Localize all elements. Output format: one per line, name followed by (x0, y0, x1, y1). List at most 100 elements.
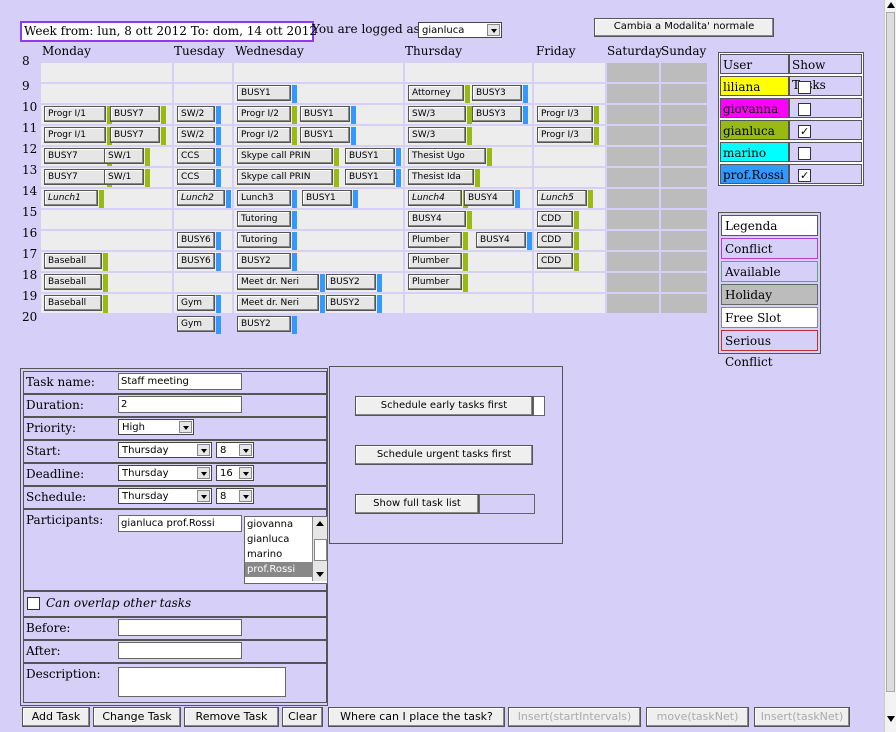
clear-button[interactable]: Clear (282, 707, 323, 727)
calendar-slot[interactable] (661, 294, 707, 313)
add-task-button[interactable]: Add Task (22, 707, 90, 727)
scroll-thumb[interactable] (886, 12, 895, 692)
show-tasks-checkbox[interactable] (798, 166, 811, 186)
task-baseball[interactable]: Baseball (44, 253, 102, 269)
task-meet-dr-neri[interactable]: Meet dr. Neri (237, 295, 319, 311)
task-gym[interactable]: Gym (177, 316, 215, 332)
calendar-slot[interactable] (607, 147, 659, 166)
schedule-day-select[interactable]: Thursday (118, 488, 212, 504)
schedule-urgent-button[interactable]: Schedule urgent tasks first (355, 445, 533, 465)
task-name-input[interactable]: Staff meeting (118, 373, 242, 390)
task-plumber[interactable]: Plumber (408, 232, 462, 248)
task-plumber[interactable]: Plumber (408, 253, 462, 269)
calendar-slot[interactable] (607, 189, 659, 208)
participants-list[interactable]: giovanna gianluca marino prof.Rossi (244, 516, 328, 584)
calendar-slot[interactable] (534, 273, 605, 292)
change-task-button[interactable]: Change Task (93, 707, 181, 727)
page-scrollbar[interactable] (884, 0, 896, 732)
task-busy7[interactable]: BUSY7 (110, 127, 160, 143)
calendar-slot[interactable] (661, 189, 707, 208)
deadline-day-select[interactable]: Thursday (118, 465, 212, 481)
calendar-slot[interactable] (534, 147, 605, 166)
calendar-slot[interactable] (41, 210, 172, 229)
calendar-slot[interactable] (661, 63, 707, 82)
task-lunch4[interactable]: Lunch4 (408, 190, 462, 206)
task-progr-i-2[interactable]: Progr I/2 (237, 106, 291, 122)
task-progr-i-1[interactable]: Progr I/1 (44, 106, 106, 122)
where-place-button[interactable]: Where can I place the task? (328, 707, 505, 727)
calendar-slot[interactable] (607, 210, 659, 229)
calendar-slot[interactable] (41, 84, 172, 103)
task-progr-i-3[interactable]: Progr I/3 (537, 127, 593, 143)
calendar-slot[interactable] (607, 273, 659, 292)
calendar-slot[interactable] (174, 273, 232, 292)
task-progr-i-2[interactable]: Progr I/2 (237, 127, 291, 143)
calendar-slot[interactable] (661, 147, 707, 166)
task-lunch1[interactable]: Lunch1 (44, 190, 98, 206)
task-busy4[interactable]: BUSY4 (464, 190, 514, 206)
scroll-down-icon[interactable] (887, 716, 895, 722)
insert-tasknet-button[interactable]: Insert(taskNet) (754, 707, 850, 727)
move-tasknet-button[interactable]: move(taskNet) (646, 707, 749, 727)
task-meet-dr-neri[interactable]: Meet dr. Neri (237, 274, 319, 290)
task-progr-i-1[interactable]: Progr I/1 (44, 127, 106, 143)
calendar-slot[interactable] (174, 210, 232, 229)
task-attorney[interactable]: Attorney (408, 85, 464, 101)
calendar-slot[interactable] (405, 63, 532, 82)
task-busy6[interactable]: BUSY6 (177, 253, 215, 269)
calendar-slot[interactable] (405, 294, 532, 313)
task-busy7[interactable]: BUSY7 (44, 169, 106, 185)
task-ccs[interactable]: CCS (177, 169, 215, 185)
scroll-thumb[interactable] (314, 539, 327, 561)
start-day-select[interactable]: Thursday (118, 442, 212, 458)
overlap-checkbox[interactable] (27, 597, 40, 610)
calendar-slot[interactable] (661, 126, 707, 145)
schedule-early-button[interactable]: Schedule early tasks first (355, 396, 533, 416)
task-thesist-ugo[interactable]: Thesist Ugo (408, 148, 486, 164)
task-busy2[interactable]: BUSY2 (326, 274, 376, 290)
task-baseball[interactable]: Baseball (44, 274, 102, 290)
task-cdd[interactable]: CDD (537, 211, 573, 227)
task-busy4[interactable]: BUSY4 (476, 232, 526, 248)
task-lunch2[interactable]: Lunch2 (177, 190, 225, 206)
task-progr-i-3[interactable]: Progr I/3 (537, 106, 593, 122)
task-lunch3[interactable]: Lunch3 (237, 190, 291, 206)
task-busy2[interactable]: BUSY2 (237, 253, 291, 269)
scroll-down-icon[interactable] (316, 572, 324, 577)
task-sw-3[interactable]: SW/3 (408, 127, 466, 143)
calendar-slot[interactable] (607, 84, 659, 103)
task-busy1[interactable]: BUSY1 (300, 127, 350, 143)
deadline-hour-select[interactable]: 16 (216, 465, 254, 481)
calendar-slot[interactable] (534, 63, 605, 82)
task-busy1[interactable]: BUSY1 (345, 169, 395, 185)
show-full-list-button[interactable]: Show full task list (355, 494, 479, 514)
calendar-slot[interactable] (661, 105, 707, 124)
calendar-slot[interactable] (661, 273, 707, 292)
show-tasks-checkbox[interactable] (798, 147, 811, 160)
task-tutoring[interactable]: Tutoring (237, 211, 291, 227)
task-cdd[interactable]: CDD (537, 253, 573, 269)
calendar-slot[interactable] (607, 105, 659, 124)
calendar-slot[interactable] (534, 168, 605, 187)
task-thesist-ida[interactable]: Thesist Ida (408, 169, 474, 185)
mode-toggle-button[interactable]: Cambia a Modalita' normale (594, 18, 774, 37)
participants-input[interactable]: gianluca prof.Rossi (118, 515, 242, 532)
scroll-up-icon[interactable] (316, 521, 324, 526)
show-tasks-checkbox[interactable] (798, 103, 811, 116)
task-busy7[interactable]: BUSY7 (110, 106, 160, 122)
calendar-slot[interactable] (607, 252, 659, 271)
calendar-slot[interactable] (607, 126, 659, 145)
task-busy3[interactable]: BUSY3 (472, 106, 522, 122)
task-sw-1[interactable]: SW/1 (104, 169, 144, 185)
start-hour-select[interactable]: 8 (216, 442, 254, 458)
after-input[interactable] (118, 642, 242, 659)
task-busy7[interactable]: BUSY7 (44, 148, 106, 164)
calendar-slot[interactable] (661, 84, 707, 103)
task-busy1[interactable]: BUSY1 (302, 190, 352, 206)
calendar-slot[interactable] (534, 84, 605, 103)
task-busy3[interactable]: BUSY3 (472, 85, 522, 101)
user-select[interactable]: gianluca (418, 22, 502, 38)
duration-input[interactable]: 2 (118, 396, 242, 413)
task-skype-call-prin[interactable]: Skype call PRIN (237, 148, 333, 164)
priority-select[interactable]: High (118, 419, 194, 435)
